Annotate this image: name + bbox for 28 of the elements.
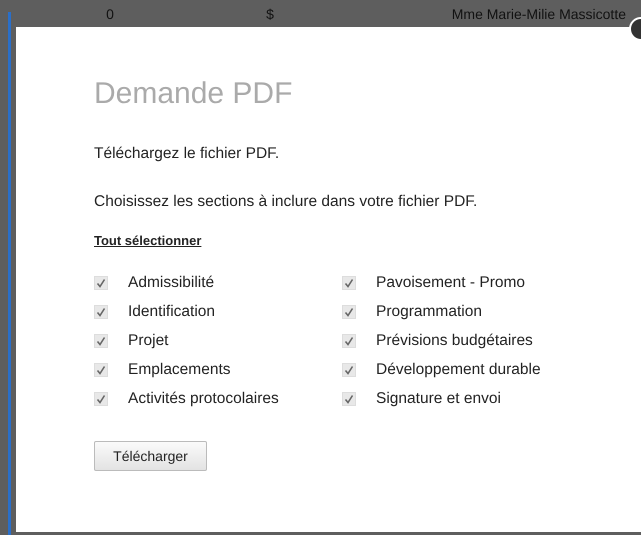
table-cell-text: 0 bbox=[105, 6, 115, 22]
checkbox[interactable] bbox=[342, 304, 356, 318]
checkbox[interactable] bbox=[94, 334, 108, 348]
table-cell-text: $ bbox=[265, 6, 275, 22]
checkbox[interactable] bbox=[342, 362, 356, 376]
section-label: Activités protocolaires bbox=[128, 390, 279, 408]
checkbox[interactable] bbox=[94, 362, 108, 376]
checkbox[interactable] bbox=[342, 276, 356, 290]
intro-text: Téléchargez le fichier PDF. bbox=[94, 145, 280, 163]
instruction-text: Choisissez les sections à inclure dans votre fichier PDF. bbox=[94, 193, 478, 211]
section-label: Développement durable bbox=[376, 360, 541, 378]
section-label: Admissibilité bbox=[128, 274, 214, 292]
checkbox[interactable] bbox=[94, 304, 108, 318]
section-label: Identification bbox=[128, 302, 216, 320]
checkbox[interactable] bbox=[342, 392, 356, 406]
download-button[interactable]: Télécharger bbox=[94, 441, 207, 471]
select-all-link[interactable]: Tout sélectionner bbox=[94, 233, 202, 248]
dialog-title: Demande PDF bbox=[94, 77, 294, 111]
section-label: Prévisions budgétaires bbox=[376, 332, 533, 350]
section-label: Programmation bbox=[376, 302, 482, 320]
section-label: Emplacements bbox=[128, 360, 231, 378]
checkbox[interactable] bbox=[94, 392, 108, 406]
checkbox[interactable] bbox=[342, 334, 356, 348]
checkbox[interactable] bbox=[94, 276, 108, 290]
section-label: Signature et envoi bbox=[376, 390, 501, 408]
section-label: Projet bbox=[128, 332, 168, 350]
table-cell-text: Mme Marie-Milie Massicotte bbox=[450, 6, 627, 22]
section-label: Pavoisement - Promo bbox=[376, 274, 526, 292]
